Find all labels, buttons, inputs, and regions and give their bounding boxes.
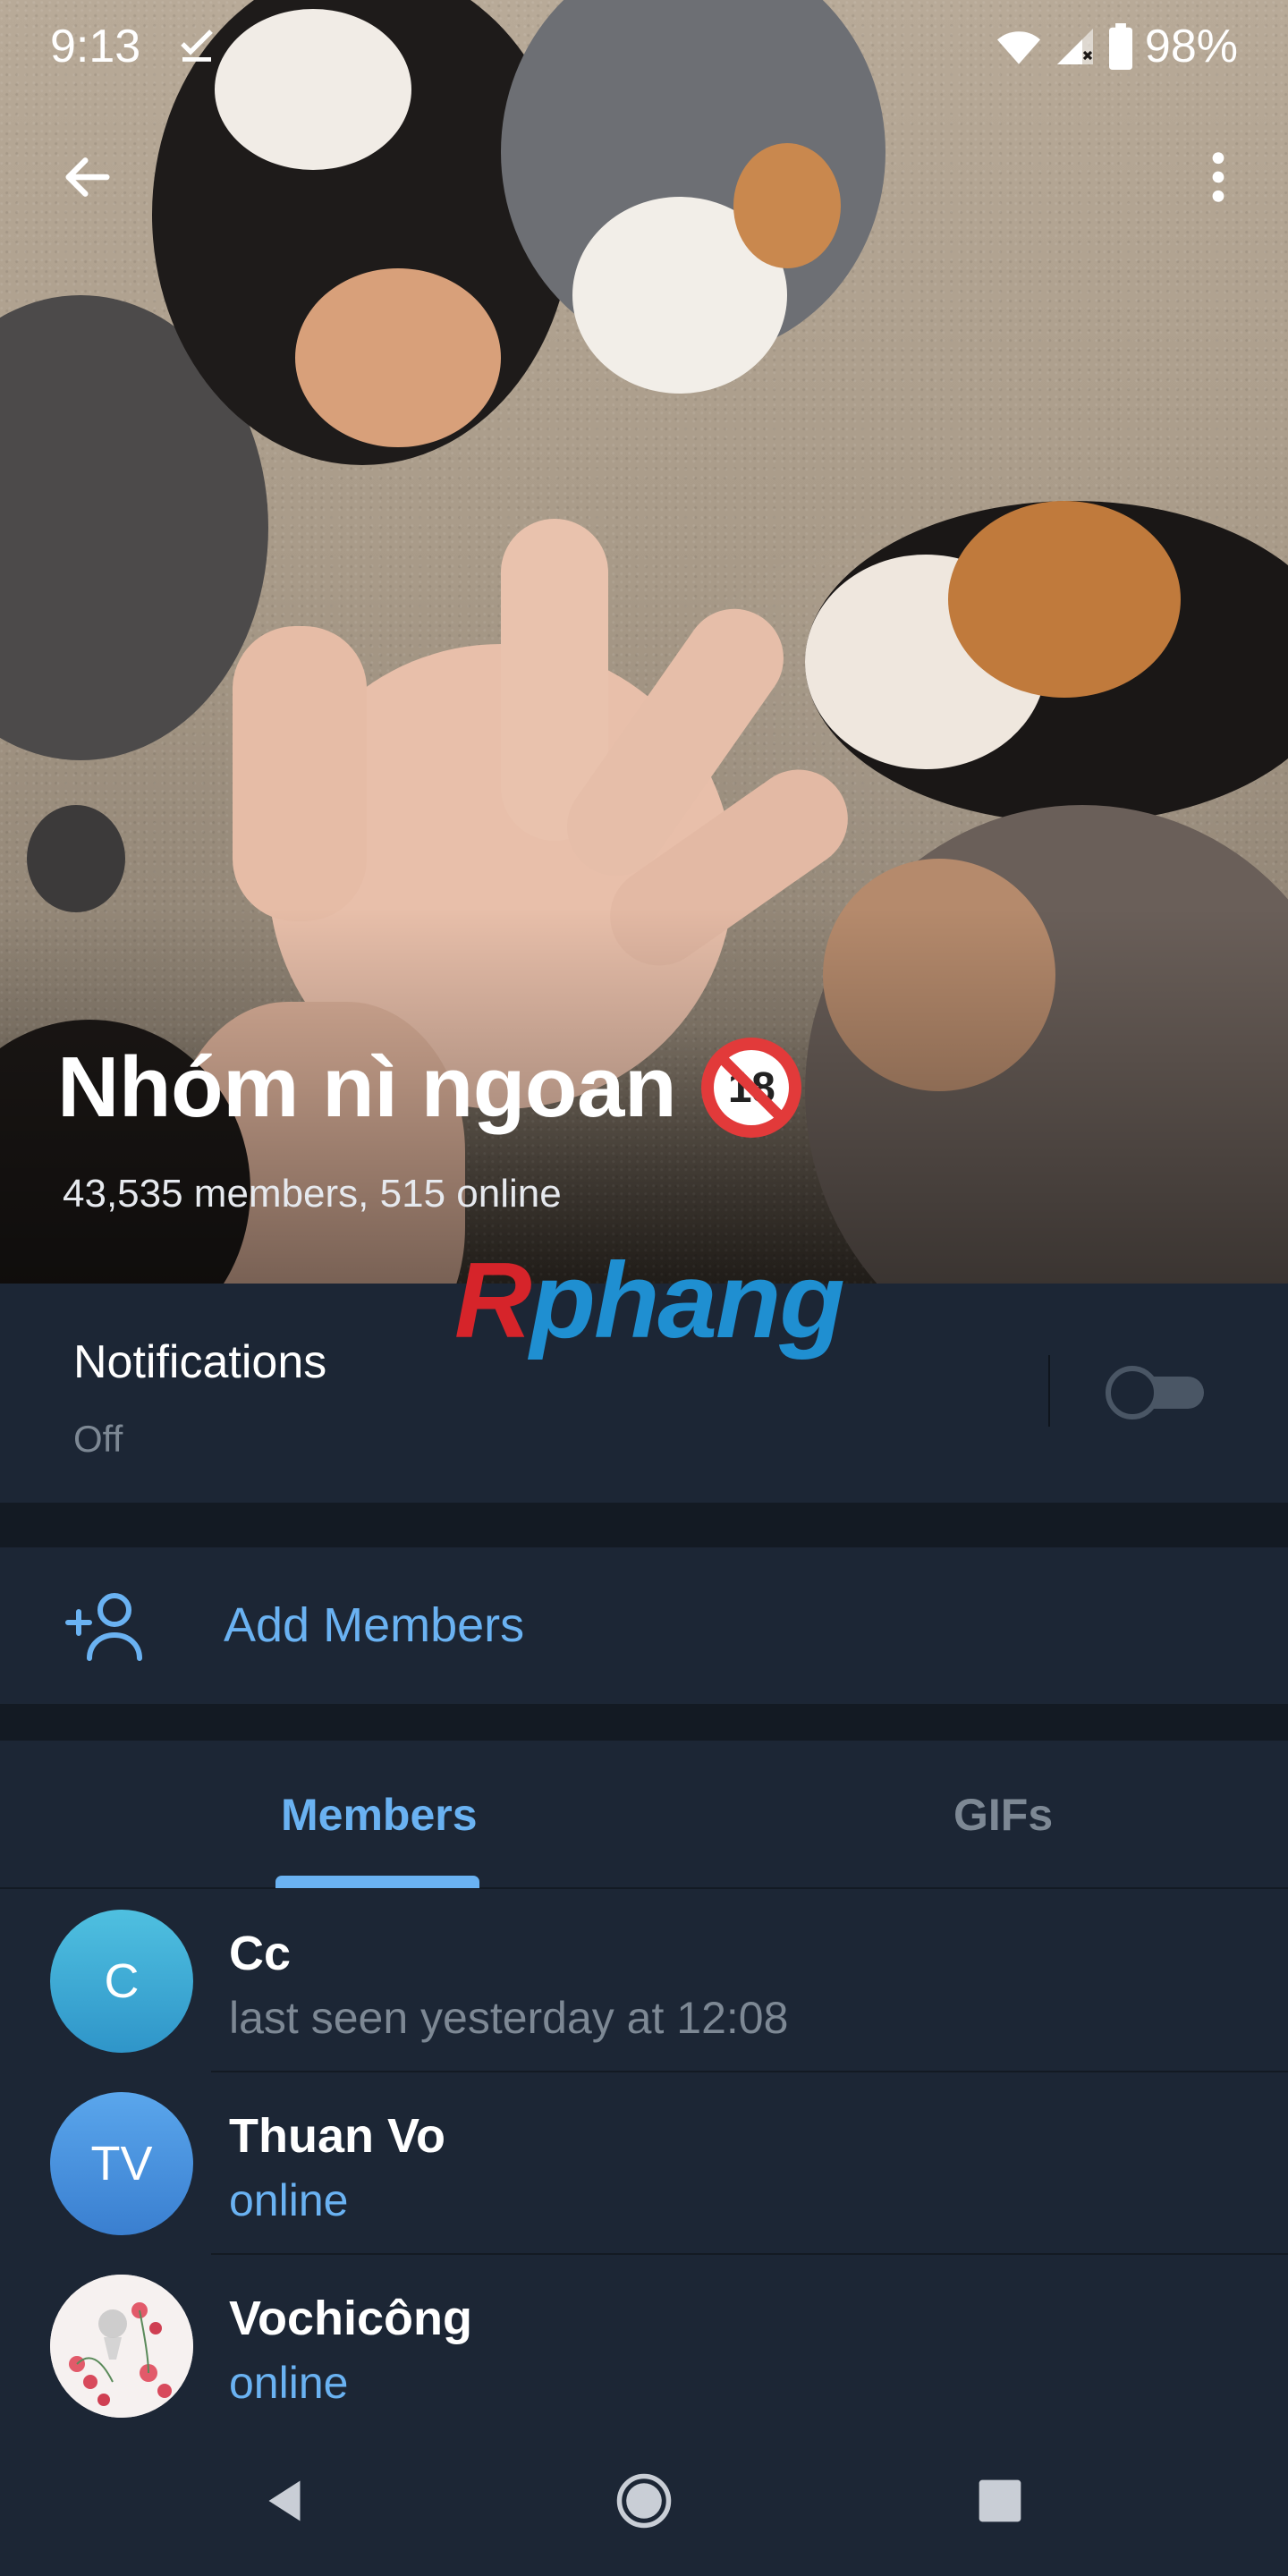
photo-cat-top-orange	[733, 143, 841, 268]
notifications-divider	[1048, 1355, 1050, 1427]
add-user-icon	[65, 1593, 142, 1661]
status-bar: 9:13 98%	[0, 0, 1288, 89]
wifi-icon	[996, 31, 1040, 64]
add-members-label: Add Members	[224, 1598, 525, 1652]
arrow-back-icon	[65, 157, 110, 197]
flower-illustration-icon	[50, 2275, 193, 2418]
member-name: Thuan Vo	[229, 2109, 445, 2163]
nav-home-button[interactable]	[608, 2465, 680, 2537]
avatar: TV	[50, 2092, 193, 2235]
avatar-photo	[50, 2275, 193, 2418]
tab-bar: Members GIFs	[0, 1741, 1288, 1889]
member-name: Vochicông	[229, 2292, 473, 2345]
list-item-member[interactable]: TV Thuan Vo online	[0, 2072, 1288, 2255]
square-recents-icon	[979, 2479, 1021, 2522]
section-divider	[0, 1503, 1288, 1547]
triangle-back-icon	[268, 2480, 301, 2521]
list-item-member[interactable]: C Cc last seen yesterday at 12:08	[0, 1890, 1288, 2072]
system-navigation-bar	[0, 2426, 1288, 2576]
tab-gifs[interactable]: GIFs	[953, 1789, 1053, 1841]
nav-back-button[interactable]	[249, 2465, 320, 2537]
member-status: online	[229, 2358, 349, 2408]
photo-cat-topleft-face	[295, 268, 501, 447]
photo-cat-left-paw	[27, 805, 125, 912]
signal-icon	[1056, 29, 1093, 64]
group-name: Nhóm nì ngoan	[57, 1039, 677, 1135]
nav-recents-button[interactable]	[964, 2465, 1036, 2537]
section-divider	[0, 1704, 1288, 1741]
back-button[interactable]	[45, 134, 131, 220]
avatar-initials: C	[104, 1954, 140, 2008]
list-item-member[interactable]: Vochicông online	[0, 2255, 1288, 2426]
notifications-state: Off	[73, 1418, 123, 1460]
photo-hand-finger-1	[233, 626, 367, 921]
notifications-toggle[interactable]	[1106, 1366, 1211, 1419]
avatar-initials: TV	[90, 2137, 153, 2190]
tab-members[interactable]: Members	[281, 1789, 478, 1841]
watermark-left: R	[454, 1241, 532, 1360]
check-icon	[181, 30, 213, 62]
photo-cat-right-patch	[948, 501, 1181, 698]
notifications-label: Notifications	[73, 1336, 327, 1388]
more-options-button[interactable]	[1186, 134, 1250, 220]
group-member-count: 43,535 members, 515 online	[63, 1172, 562, 1216]
add-members-button[interactable]: Add Members	[0, 1547, 1288, 1704]
group-title: Nhóm nì ngoan 18	[57, 1038, 802, 1138]
battery-percent: 98%	[1144, 21, 1238, 72]
watermark-right: phang	[530, 1241, 845, 1360]
group-photo[interactable]: 9:13 98% Nhóm nì ngoan 43,535 members, 5…	[0, 0, 1288, 1284]
status-time: 9:13	[50, 21, 141, 72]
no-under-18-icon: 18	[701, 1038, 802, 1138]
watermark-logo: Rphang	[454, 1239, 845, 1362]
status-right-group: 98%	[995, 20, 1238, 73]
circle-home-icon	[616, 2473, 672, 2529]
more-vertical-icon	[1212, 152, 1224, 202]
battery-icon	[1108, 23, 1132, 70]
member-status: last seen yesterday at 12:08	[229, 1993, 789, 2043]
avatar: C	[50, 1910, 193, 2053]
member-status: online	[229, 2175, 349, 2225]
toggle-knob	[1106, 1366, 1159, 1419]
member-name: Cc	[229, 1927, 292, 1980]
tab-active-indicator	[275, 1876, 479, 1888]
